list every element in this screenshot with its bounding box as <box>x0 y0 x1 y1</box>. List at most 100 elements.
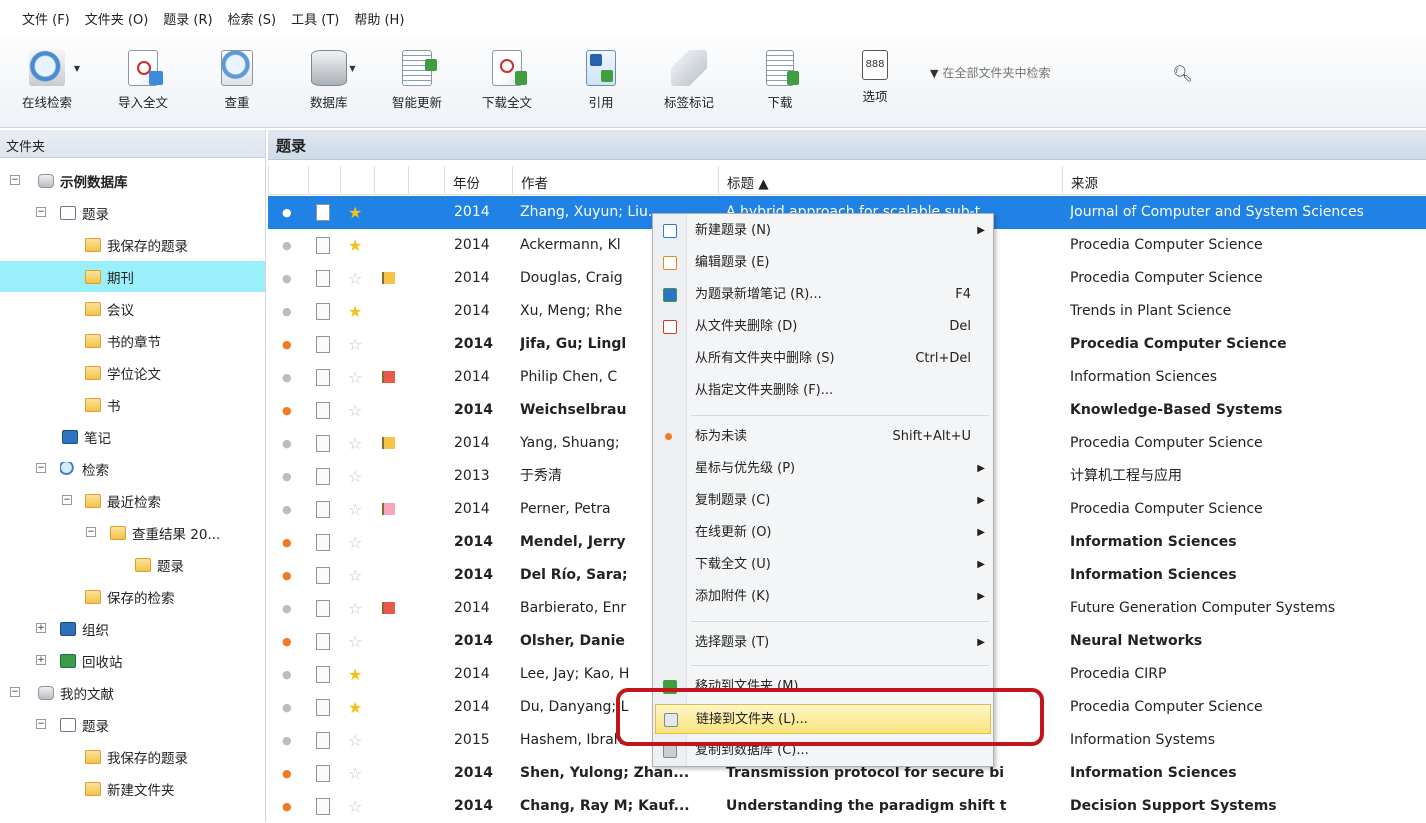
ctx-online-update[interactable]: 在线更新 (O) ▶ <box>653 518 993 548</box>
col-header-flag[interactable] <box>374 166 408 195</box>
flag-icon[interactable] <box>382 427 406 460</box>
flag-icon[interactable] <box>382 724 406 757</box>
col-header-blank[interactable] <box>408 166 444 195</box>
tree-item-books[interactable]: 书 <box>0 389 265 420</box>
download-fulltext-button[interactable]: 下载全文 <box>482 50 532 111</box>
cite-button[interactable]: 引用 <box>586 50 616 111</box>
read-dot-icon[interactable]: ● <box>282 295 306 328</box>
col-header-title[interactable]: 标题 ▲ <box>718 166 1062 195</box>
unread-dot-icon[interactable]: ● <box>282 625 306 658</box>
search-icon[interactable]: 🔍︎ <box>1172 64 1192 83</box>
menu-search[interactable]: 检索 (S) <box>228 9 277 28</box>
ctx-add-attachment[interactable]: 添加附件 (K) ▶ <box>653 582 993 612</box>
collapse-icon[interactable]: − <box>10 687 20 697</box>
flag-icon[interactable] <box>382 196 406 229</box>
read-dot-icon[interactable]: ● <box>282 262 306 295</box>
flag-icon[interactable] <box>382 691 406 724</box>
ctx-remove-from-all[interactable]: 从所有文件夹中删除 (S) Ctrl+Del <box>653 344 993 374</box>
menu-tools[interactable]: 工具 (T) <box>291 9 339 28</box>
search-scope-chevron-icon[interactable]: ▼ <box>930 67 938 80</box>
tag-mark-button[interactable]: 标签标记 <box>664 50 714 111</box>
unread-dot-icon[interactable]: ● <box>282 526 306 559</box>
star-icon[interactable]: ☆ <box>348 526 372 559</box>
smart-update-button[interactable]: 智能更新 <box>392 50 442 111</box>
flag-icon[interactable] <box>382 262 406 295</box>
flag-icon[interactable] <box>382 460 406 493</box>
read-dot-icon[interactable]: ● <box>282 196 306 229</box>
read-dot-icon[interactable]: ● <box>282 427 306 460</box>
tree-item-saved-searches[interactable]: 保存的检索 <box>0 581 265 612</box>
col-header-star[interactable] <box>340 166 374 195</box>
tree-item-sample-db[interactable]: − 示例数据库 <box>0 165 265 196</box>
collapse-icon[interactable]: − <box>10 175 20 185</box>
collapse-icon[interactable]: − <box>86 527 96 537</box>
options-button[interactable]: 888 选项 <box>862 50 888 105</box>
read-dot-icon[interactable]: ● <box>282 724 306 757</box>
tree-item-recent-search[interactable]: − 最近检索 <box>0 485 265 516</box>
read-dot-icon[interactable]: ● <box>282 361 306 394</box>
star-icon[interactable]: ☆ <box>348 625 372 658</box>
flag-icon[interactable] <box>382 757 406 790</box>
unread-dot-icon[interactable]: ● <box>282 757 306 790</box>
tree-item-refs-2[interactable]: − 题录 <box>0 709 265 740</box>
star-icon[interactable]: ★ <box>348 295 372 328</box>
tree-item-journals[interactable]: 期刊 <box>0 261 265 292</box>
collapse-icon[interactable]: − <box>36 207 46 217</box>
tree-item-notes[interactable]: 笔记 <box>0 421 265 452</box>
read-dot-icon[interactable]: ● <box>282 691 306 724</box>
read-dot-icon[interactable]: ● <box>282 229 306 262</box>
tree-item-dedupe-results[interactable]: − 查重结果 20... <box>0 517 265 548</box>
col-header-source[interactable]: 来源 <box>1062 166 1426 195</box>
menu-file[interactable]: 文件 (F) <box>22 9 70 28</box>
ctx-edit-ref[interactable]: 编辑题录 (E) <box>653 248 993 278</box>
table-row[interactable]: ● ☆ 2014 Chang, Ray M; Kauf... Understanding… <box>268 790 1426 823</box>
ctx-mark-unread[interactable]: 标为未读 Shift+Alt+U <box>653 422 993 452</box>
menu-references[interactable]: 题录 (R) <box>163 9 212 28</box>
star-icon[interactable]: ☆ <box>348 361 372 394</box>
ctx-add-note[interactable]: 为题录新增笔记 (R)... F4 <box>653 280 993 310</box>
collapse-icon[interactable]: − <box>62 495 72 505</box>
star-icon[interactable]: ☆ <box>348 559 372 592</box>
ctx-star-priority[interactable]: 星标与优先级 (P) ▶ <box>653 454 993 484</box>
flag-icon[interactable] <box>382 361 406 394</box>
read-dot-icon[interactable]: ● <box>282 592 306 625</box>
star-icon[interactable]: ☆ <box>348 262 372 295</box>
flag-icon[interactable] <box>382 625 406 658</box>
star-icon[interactable]: ☆ <box>348 427 372 460</box>
flag-icon[interactable] <box>382 526 406 559</box>
read-dot-icon[interactable]: ● <box>282 658 306 691</box>
flag-icon[interactable] <box>382 295 406 328</box>
flag-icon[interactable] <box>382 790 406 823</box>
unread-dot-icon[interactable]: ● <box>282 559 306 592</box>
ctx-download-fulltext[interactable]: 下载全文 (U) ▶ <box>653 550 993 580</box>
menu-help[interactable]: 帮助 (H) <box>354 9 404 28</box>
expand-icon[interactable]: + <box>36 623 46 633</box>
unread-dot-icon[interactable]: ● <box>282 328 306 361</box>
tree-item-theses[interactable]: 学位论文 <box>0 357 265 388</box>
col-header-author[interactable]: 作者 <box>512 166 718 195</box>
flag-icon[interactable] <box>382 493 406 526</box>
unread-dot-icon[interactable]: ● <box>282 394 306 427</box>
star-icon[interactable]: ☆ <box>348 790 372 823</box>
menu-folder[interactable]: 文件夹 (O) <box>85 9 149 28</box>
flag-icon[interactable] <box>382 658 406 691</box>
star-icon[interactable]: ★ <box>348 658 372 691</box>
import-fulltext-button[interactable]: 导入全文 <box>118 50 168 111</box>
flag-icon[interactable] <box>382 328 406 361</box>
collapse-icon[interactable]: − <box>36 463 46 473</box>
tree-item-new-folder[interactable]: 新建文件夹 <box>0 773 265 804</box>
col-header-read[interactable] <box>268 166 308 195</box>
star-icon[interactable]: ★ <box>348 229 372 262</box>
tree-item-organize[interactable]: + 组织 <box>0 613 265 644</box>
star-icon[interactable]: ★ <box>348 691 372 724</box>
flag-icon[interactable] <box>382 229 406 262</box>
search-input[interactable] <box>942 66 1153 80</box>
ctx-select-refs[interactable]: 选择题录 (T) ▶ <box>653 628 993 658</box>
tree-item-my-library[interactable]: − 我的文献 <box>0 677 265 708</box>
flag-icon[interactable] <box>382 559 406 592</box>
flag-icon[interactable] <box>382 592 406 625</box>
ctx-remove-from-specified[interactable]: 从指定文件夹删除 (F)... <box>653 376 993 406</box>
tree-item-search[interactable]: − 检索 <box>0 453 265 484</box>
tree-item-conferences[interactable]: 会议 <box>0 293 265 324</box>
read-dot-icon[interactable]: ● <box>282 460 306 493</box>
